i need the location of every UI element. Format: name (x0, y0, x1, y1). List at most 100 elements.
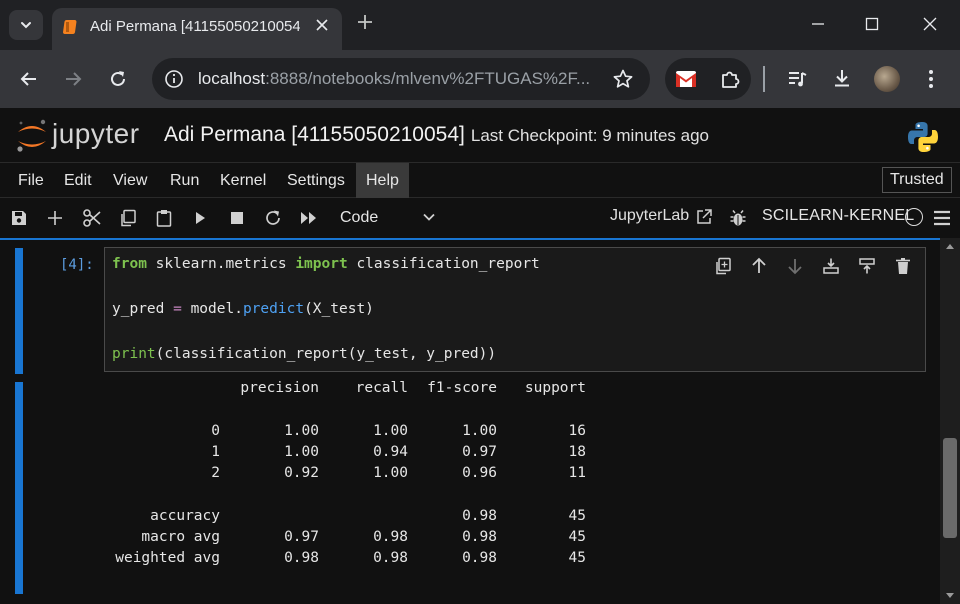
download-icon[interactable] (831, 67, 853, 89)
report-row: 0 1.00 1.00 1.00 16 (104, 423, 704, 444)
menu-help[interactable]: Help (356, 163, 409, 198)
code-token: (classification_report(y_test, y_pred)) (155, 346, 497, 362)
forward-icon[interactable] (62, 68, 84, 90)
builtin-function: print (112, 346, 156, 362)
menu-run[interactable]: Run (160, 163, 209, 198)
insert-below-icon[interactable] (857, 256, 877, 276)
add-cell-icon[interactable] (45, 208, 65, 228)
star-icon[interactable] (612, 68, 634, 90)
restart-icon[interactable] (263, 208, 283, 228)
address-bar[interactable]: localhost:8888/notebooks/mlvenv%2FTUGAS%… (152, 58, 650, 100)
tab-title: Adi Permana [41155050210054] (90, 18, 300, 35)
support-value: 18 (568, 444, 586, 460)
report-row: accuracy 0.98 45 (104, 508, 704, 529)
code-token: model. (181, 301, 243, 317)
save-icon[interactable] (9, 208, 29, 228)
list-icon[interactable] (932, 208, 952, 228)
menu-view[interactable]: View (103, 163, 157, 198)
column-header: support (524, 380, 586, 396)
report-row: macro avg 0.97 0.98 0.98 45 (104, 529, 704, 550)
code-token: sklearn.metrics (146, 256, 296, 272)
browser-toolbar: localhost:8888/notebooks/mlvenv%2FTUGAS%… (0, 50, 960, 108)
extensions-area (665, 58, 751, 100)
duplicate-icon[interactable] (713, 256, 733, 276)
external-link-icon[interactable] (695, 208, 713, 226)
notebook-favicon-icon (62, 18, 80, 36)
stop-icon[interactable] (227, 208, 247, 228)
report-row: weighted avg 0.98 0.98 0.98 45 (104, 550, 704, 571)
maximize-icon[interactable] (862, 14, 882, 34)
browser-tab[interactable]: Adi Permana [41155050210054] (52, 8, 342, 50)
back-icon[interactable] (18, 68, 40, 90)
insert-above-icon[interactable] (821, 256, 841, 276)
code-token: y_pred (112, 301, 174, 317)
cell-collapser-output[interactable] (15, 382, 23, 594)
tab-search-button[interactable] (9, 10, 43, 40)
close-window-icon[interactable] (920, 14, 940, 34)
notebook-toolbar: Code JupyterLab SCILEARN-KERNEL (0, 198, 960, 238)
menu-edit[interactable]: Edit (54, 163, 102, 198)
cut-icon[interactable] (82, 208, 102, 228)
move-up-icon[interactable] (749, 256, 769, 276)
url-text: localhost:8888/notebooks/mlvenv%2FTUGAS%… (198, 69, 590, 89)
menu-kernel[interactable]: Kernel (210, 163, 276, 198)
chevron-down-icon (19, 18, 33, 32)
cell-collapser-input[interactable] (15, 248, 23, 374)
jupyterlab-label: JupyterLab (610, 207, 690, 224)
gmail-icon[interactable] (675, 69, 697, 89)
scrollbar[interactable] (940, 238, 960, 604)
run-icon[interactable] (190, 208, 210, 228)
copy-icon[interactable] (118, 208, 138, 228)
notebook-title-area: Adi Permana [41155050210054] Last Checkpo… (164, 123, 709, 147)
code-line: from sklearn.metrics import classificati… (112, 256, 540, 272)
support-value: 16 (568, 423, 586, 439)
kebab-menu-icon[interactable] (921, 68, 941, 90)
close-icon[interactable] (314, 17, 330, 33)
delete-icon[interactable] (893, 256, 913, 276)
scroll-thumb[interactable] (943, 438, 957, 538)
keyword: import (295, 256, 348, 272)
execution-count: [4]: (60, 257, 94, 273)
notebook-panel: [4]: from sklearn.metrics import classif… (0, 238, 940, 604)
open-in-jupyterlab-link[interactable]: JupyterLab (610, 207, 689, 225)
python-logo-icon (906, 120, 940, 154)
extensions-icon[interactable] (719, 68, 741, 90)
jupyter-logo-text: jupyter (52, 118, 140, 149)
scroll-up-icon[interactable] (945, 242, 955, 250)
support-value: 45 (568, 508, 586, 524)
notebook-title[interactable]: Adi Permana [41155050210054] (164, 123, 465, 146)
jupyter-header: jupyter Adi Permana [41155050210054] Last… (0, 108, 960, 162)
url-path: :8888/notebooks/mlvenv%2FTUGAS%2F... (265, 69, 591, 88)
code-token: (X_test) (304, 301, 374, 317)
code-line: print(classification_report(y_test, y_pr… (112, 346, 496, 362)
kernel-status-icon (905, 208, 923, 226)
scroll-down-icon[interactable] (945, 592, 955, 600)
report-header-row: precision recall f1-score support (104, 380, 704, 401)
bug-icon[interactable] (728, 208, 748, 228)
last-checkpoint: Last Checkpoint: 9 minutes ago (470, 126, 710, 145)
chevron-down-icon[interactable] (422, 210, 436, 224)
jupyter-logo-icon[interactable] (14, 116, 50, 156)
url-host: localhost (198, 69, 266, 88)
function-name: predict (242, 301, 305, 317)
toolbar-divider (763, 66, 765, 92)
site-info-icon[interactable] (164, 69, 184, 89)
code-editor[interactable]: from sklearn.metrics import classificati… (104, 247, 926, 372)
keyword: from (112, 256, 147, 272)
minimize-icon[interactable] (808, 14, 828, 34)
fast-forward-icon[interactable] (299, 208, 319, 228)
code-token: classification_report (347, 256, 540, 272)
trusted-indicator[interactable]: Trusted (882, 167, 952, 193)
menu-file[interactable]: File (8, 163, 54, 198)
avatar[interactable] (874, 66, 900, 92)
media-icon[interactable] (786, 68, 808, 90)
move-down-icon[interactable] (785, 256, 805, 276)
menu-settings[interactable]: Settings (277, 163, 355, 198)
reload-icon[interactable] (107, 68, 129, 90)
support-value: 11 (568, 465, 586, 481)
report-row: 2 0.92 1.00 0.96 11 (104, 465, 704, 486)
paste-icon[interactable] (154, 208, 174, 228)
plus-icon[interactable] (356, 13, 374, 31)
operator: = (173, 301, 182, 317)
kernel-name[interactable]: SCILEARN-KERNEL (762, 207, 914, 225)
